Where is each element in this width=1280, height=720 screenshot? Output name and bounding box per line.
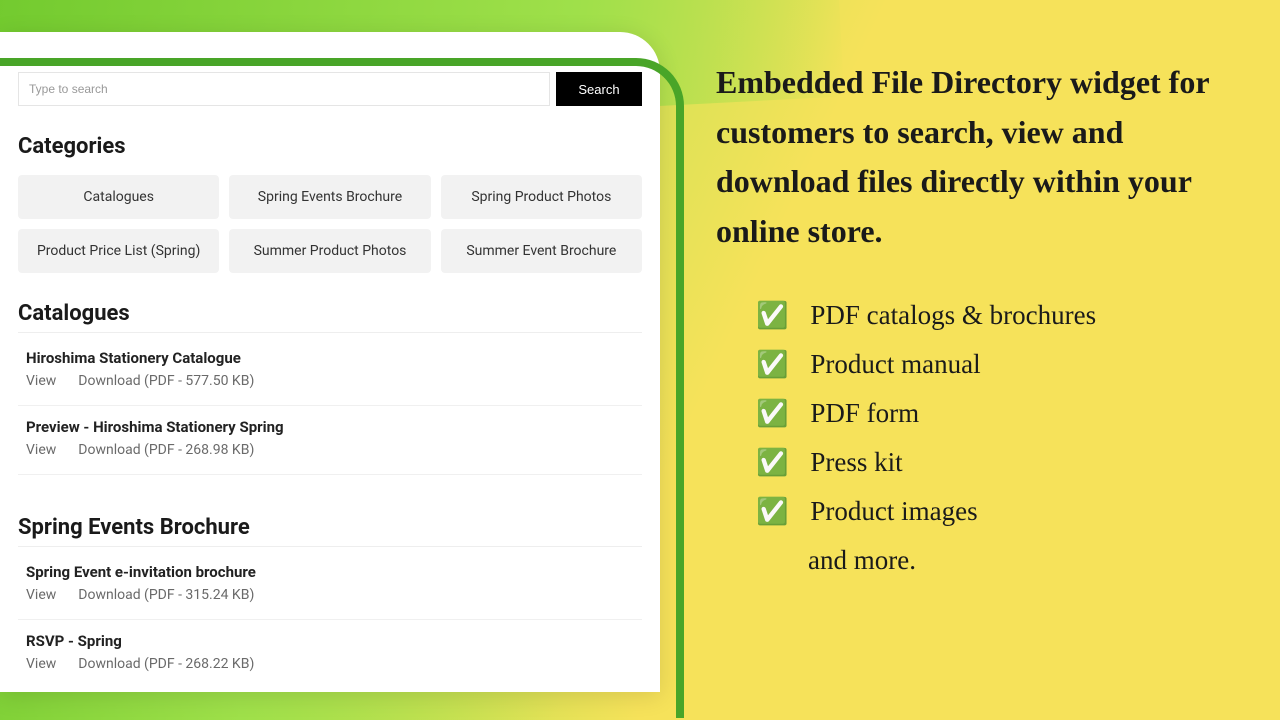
download-link[interactable]: Download (PDF - 268.22 KB) <box>78 656 254 672</box>
view-link[interactable]: View <box>26 656 56 672</box>
feature-row: ✅ Press kit <box>756 447 1236 478</box>
divider <box>18 332 642 333</box>
divider <box>18 405 642 406</box>
file-name: Preview - Hiroshima Stationery Spring <box>26 418 634 436</box>
file-name: Hiroshima Stationery Catalogue <box>26 349 634 367</box>
category-chip[interactable]: Catalogues <box>18 175 219 219</box>
feature-text: PDF form <box>810 398 919 429</box>
file-actions: View Download (PDF - 577.50 KB) <box>26 373 634 389</box>
feature-more: and more. <box>808 545 1236 576</box>
feature-text: Press kit <box>810 447 902 478</box>
check-icon: ✅ <box>756 499 788 525</box>
feature-list: ✅ PDF catalogs & brochures ✅ Product man… <box>756 300 1236 576</box>
category-chip[interactable]: Spring Events Brochure <box>229 175 430 219</box>
file-actions: View Download (PDF - 268.22 KB) <box>26 656 634 672</box>
search-row: Search <box>18 72 642 106</box>
category-grid: Catalogues Spring Events Brochure Spring… <box>18 175 642 273</box>
category-chip[interactable]: Summer Event Brochure <box>441 229 642 273</box>
file-item: Hiroshima Stationery Catalogue View Down… <box>18 347 642 401</box>
file-actions: View Download (PDF - 315.24 KB) <box>26 587 634 603</box>
section-title: Catalogues <box>18 301 642 326</box>
file-item: Preview - Hiroshima Stationery Spring Vi… <box>18 416 642 470</box>
download-link[interactable]: Download (PDF - 315.24 KB) <box>78 587 254 603</box>
download-link[interactable]: Download (PDF - 268.98 KB) <box>78 442 254 458</box>
feature-text: PDF catalogs & brochures <box>810 300 1096 331</box>
categories-heading: Categories <box>18 134 642 159</box>
view-link[interactable]: View <box>26 373 56 389</box>
widget-card: Search Categories Catalogues Spring Even… <box>0 32 660 692</box>
check-icon: ✅ <box>756 401 788 427</box>
category-chip[interactable]: Product Price List (Spring) <box>18 229 219 273</box>
file-item: Spring Event e-invitation brochure View … <box>18 561 642 615</box>
file-name: RSVP - Spring <box>26 632 634 650</box>
file-name: Spring Event e-invitation brochure <box>26 563 634 581</box>
category-chip[interactable]: Summer Product Photos <box>229 229 430 273</box>
divider <box>18 546 642 547</box>
divider <box>18 619 642 620</box>
view-link[interactable]: View <box>26 587 56 603</box>
section-title: Spring Events Brochure <box>18 515 642 540</box>
file-actions: View Download (PDF - 268.98 KB) <box>26 442 634 458</box>
feature-text: Product images <box>810 496 977 527</box>
hero-text: Embedded File Directory widget for custo… <box>716 58 1236 256</box>
feature-row: ✅ Product manual <box>756 349 1236 380</box>
divider <box>18 474 642 475</box>
feature-row: ✅ PDF catalogs & brochures <box>756 300 1236 331</box>
stage: Search Categories Catalogues Spring Even… <box>0 0 1280 720</box>
search-button[interactable]: Search <box>556 72 642 106</box>
feature-row: ✅ Product images <box>756 496 1236 527</box>
feature-text: Product manual <box>810 349 980 380</box>
marketing-copy: Embedded File Directory widget for custo… <box>716 58 1236 576</box>
check-icon: ✅ <box>756 450 788 476</box>
search-input[interactable] <box>18 72 550 106</box>
category-chip[interactable]: Spring Product Photos <box>441 175 642 219</box>
feature-row: ✅ PDF form <box>756 398 1236 429</box>
check-icon: ✅ <box>756 303 788 329</box>
download-link[interactable]: Download (PDF - 577.50 KB) <box>78 373 254 389</box>
view-link[interactable]: View <box>26 442 56 458</box>
file-item: RSVP - Spring View Download (PDF - 268.2… <box>18 630 642 684</box>
check-icon: ✅ <box>756 352 788 378</box>
